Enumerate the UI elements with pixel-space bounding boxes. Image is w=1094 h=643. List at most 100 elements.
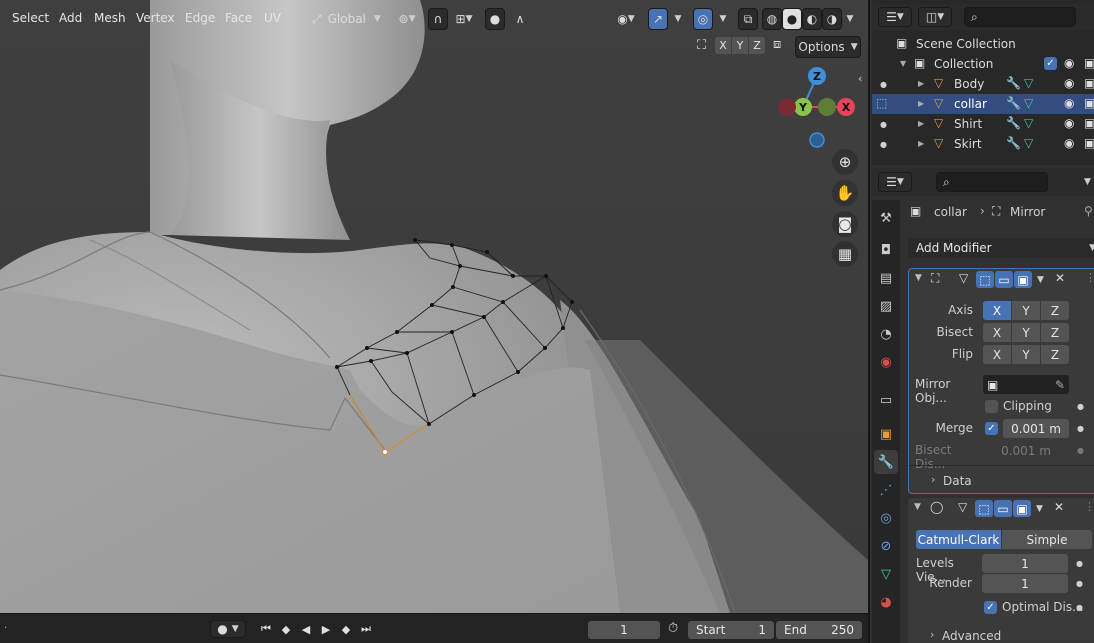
outliner-item-collar[interactable]: ⬚ ▶ ▽ collar 🔧 ▽ ◉ ▣: [872, 94, 1094, 114]
chevron-right-icon[interactable]: ›: [930, 628, 934, 641]
menu-vertex[interactable]: Vertex: [136, 11, 175, 25]
viewport-toggle[interactable]: ▭: [995, 271, 1013, 288]
tab-output[interactable]: ▤: [874, 266, 898, 290]
prev-keyframe-icon[interactable]: ◆: [276, 621, 296, 637]
bisect-distance-field[interactable]: 0.001 m: [983, 441, 1069, 460]
menu-face[interactable]: Face: [225, 11, 252, 25]
play-reverse-icon[interactable]: ◀: [296, 621, 316, 637]
chevron-down-icon[interactable]: ▼: [900, 59, 906, 68]
render-levels-field[interactable]: 1: [982, 574, 1068, 593]
optimal-display-checkbox[interactable]: ✓: [984, 601, 997, 614]
keyframe-dot-icon[interactable]: ●: [1077, 402, 1084, 411]
snap-toggle[interactable]: ∩: [428, 8, 448, 30]
menu-uv[interactable]: UV: [264, 11, 281, 25]
tab-constraints[interactable]: ⊘: [874, 534, 898, 558]
tab-physics[interactable]: ◎: [874, 506, 898, 530]
keyframe-dot-icon[interactable]: ●: [1076, 603, 1083, 612]
tab-render[interactable]: ◘: [874, 238, 898, 262]
current-frame-field[interactable]: 1: [588, 621, 660, 639]
flip-x-toggle[interactable]: X: [983, 345, 1011, 364]
scene-collection-row[interactable]: ▣ Scene Collection: [872, 34, 1094, 54]
bisect-z-toggle[interactable]: Z: [1041, 323, 1069, 342]
gizmo-toggle[interactable]: ↗: [648, 8, 668, 30]
axis-z-ball[interactable]: Z: [808, 67, 826, 85]
chevron-right-icon[interactable]: ▶: [918, 119, 924, 128]
chevron-down-icon[interactable]: ▼: [915, 273, 922, 283]
tab-material[interactable]: ◕: [874, 590, 898, 614]
shading-material[interactable]: ◐: [802, 8, 822, 30]
proportional-falloff-dropdown[interactable]: ∧: [507, 8, 533, 30]
camera-icon[interactable]: ▣: [1084, 56, 1094, 70]
shading-wireframe[interactable]: ◍: [762, 8, 782, 30]
eyedropper-icon[interactable]: ✎: [1055, 378, 1065, 392]
drag-handle-icon[interactable]: ⋮⋮: [1085, 271, 1094, 284]
eye-icon[interactable]: ◉: [1064, 116, 1074, 130]
edit-mode-toggle[interactable]: ⬚: [976, 271, 994, 288]
viewport-toggle[interactable]: ▭: [994, 500, 1012, 517]
mesh-data-icon[interactable]: ▽: [1024, 96, 1033, 110]
mirror-y-toggle[interactable]: Y: [732, 37, 748, 54]
sidebar-toggle-icon[interactable]: ‹: [858, 72, 862, 85]
wrench-icon[interactable]: 🔧: [1006, 116, 1021, 130]
menu-mesh[interactable]: Mesh: [94, 11, 126, 25]
axis-z-toggle[interactable]: Z: [1041, 301, 1069, 320]
visibility-dropdown[interactable]: ◉ ▼: [612, 8, 640, 30]
mesh-data-icon[interactable]: ▽: [1024, 76, 1033, 90]
tab-tool[interactable]: ⚒: [874, 206, 898, 230]
outliner-search-input[interactable]: ⌕: [964, 7, 1076, 27]
flip-y-toggle[interactable]: Y: [1012, 345, 1040, 364]
camera-icon[interactable]: ▣: [1084, 76, 1094, 90]
3d-viewport[interactable]: Select Add Mesh Vertex Edge Face UV ⤢ Gl…: [0, 0, 868, 613]
axis-x-toggle[interactable]: X: [983, 301, 1011, 320]
close-icon[interactable]: ✕: [1055, 271, 1065, 285]
tab-scene[interactable]: ◔: [874, 322, 898, 346]
axis-y-toggle[interactable]: Y: [1012, 301, 1040, 320]
keyframe-dot-icon[interactable]: ●: [1076, 579, 1083, 588]
chevron-down-icon[interactable]: ▼: [1084, 177, 1091, 187]
wrench-icon[interactable]: 🔧: [1006, 136, 1021, 150]
merge-distance-field[interactable]: 0.001 m: [1003, 419, 1069, 438]
tab-object[interactable]: ▣: [874, 422, 898, 446]
camera-icon[interactable]: ▣: [1084, 96, 1094, 110]
auto-merge-icon[interactable]: ⧈: [773, 37, 781, 52]
keyframe-dot-icon[interactable]: ●: [1076, 559, 1083, 568]
eye-icon[interactable]: ◉: [1064, 136, 1074, 150]
edit-mode-toggle[interactable]: ⬚: [975, 500, 993, 517]
start-frame-field[interactable]: Start 1: [688, 621, 774, 639]
stopwatch-icon[interactable]: ⏱: [668, 621, 678, 636]
outliner-item-shirt[interactable]: ● ▶ ▽ Shirt 🔧 ▽ ◉ ▣: [872, 114, 1094, 134]
axis-neg-y-ball[interactable]: [818, 98, 836, 116]
levels-viewport-field[interactable]: 1: [982, 554, 1068, 573]
edit-cage-icon[interactable]: ▽: [959, 271, 968, 285]
ortho-grid-icon[interactable]: ▦: [832, 241, 858, 267]
keying-dropdown[interactable]: ● ▼: [210, 620, 246, 638]
editor-type-dropdown[interactable]: ☰ ▼: [878, 7, 912, 27]
menu-select[interactable]: Select: [12, 11, 49, 25]
tab-particles[interactable]: ⋰: [874, 478, 898, 502]
snap-target-dropdown[interactable]: ⊞ ▼: [450, 8, 478, 30]
shading-dropdown[interactable]: ▼: [842, 8, 858, 30]
mirror-x-toggle[interactable]: X: [715, 37, 731, 54]
overlays-toggle[interactable]: ◎: [693, 8, 713, 30]
axis-neg-x-ball[interactable]: [778, 98, 796, 116]
chevron-down-icon[interactable]: ▼: [1036, 504, 1043, 514]
wrench-icon[interactable]: 🔧: [1006, 76, 1021, 90]
advanced-subpanel-label[interactable]: Advanced: [942, 629, 1001, 643]
tab-world[interactable]: ◉: [874, 350, 898, 374]
navigation-gizmo[interactable]: Z X Y: [778, 66, 858, 156]
play-icon[interactable]: ▶: [316, 621, 336, 637]
camera-view-icon[interactable]: ◙: [832, 211, 858, 237]
close-icon[interactable]: ✕: [1054, 500, 1064, 514]
render-toggle[interactable]: ▣: [1013, 500, 1031, 517]
chevron-down-icon[interactable]: ▼: [1037, 275, 1044, 285]
pan-hand-icon[interactable]: ✋: [832, 180, 858, 206]
eye-icon[interactable]: ◉: [1064, 96, 1074, 110]
tab-modifiers[interactable]: 🔧: [874, 450, 898, 474]
menu-add[interactable]: Add: [59, 11, 82, 25]
options-dropdown[interactable]: Options ▼: [795, 36, 861, 58]
next-keyframe-icon[interactable]: ◆: [336, 621, 356, 637]
mesh-data-icon[interactable]: ▽: [1024, 136, 1033, 150]
collection-row[interactable]: ▼ ▣ Collection ✓ ◉ ▣: [872, 54, 1094, 74]
keyframe-dot-icon[interactable]: ●: [1077, 424, 1084, 433]
editor-type-dropdown[interactable]: ☰ ▼: [878, 172, 912, 192]
